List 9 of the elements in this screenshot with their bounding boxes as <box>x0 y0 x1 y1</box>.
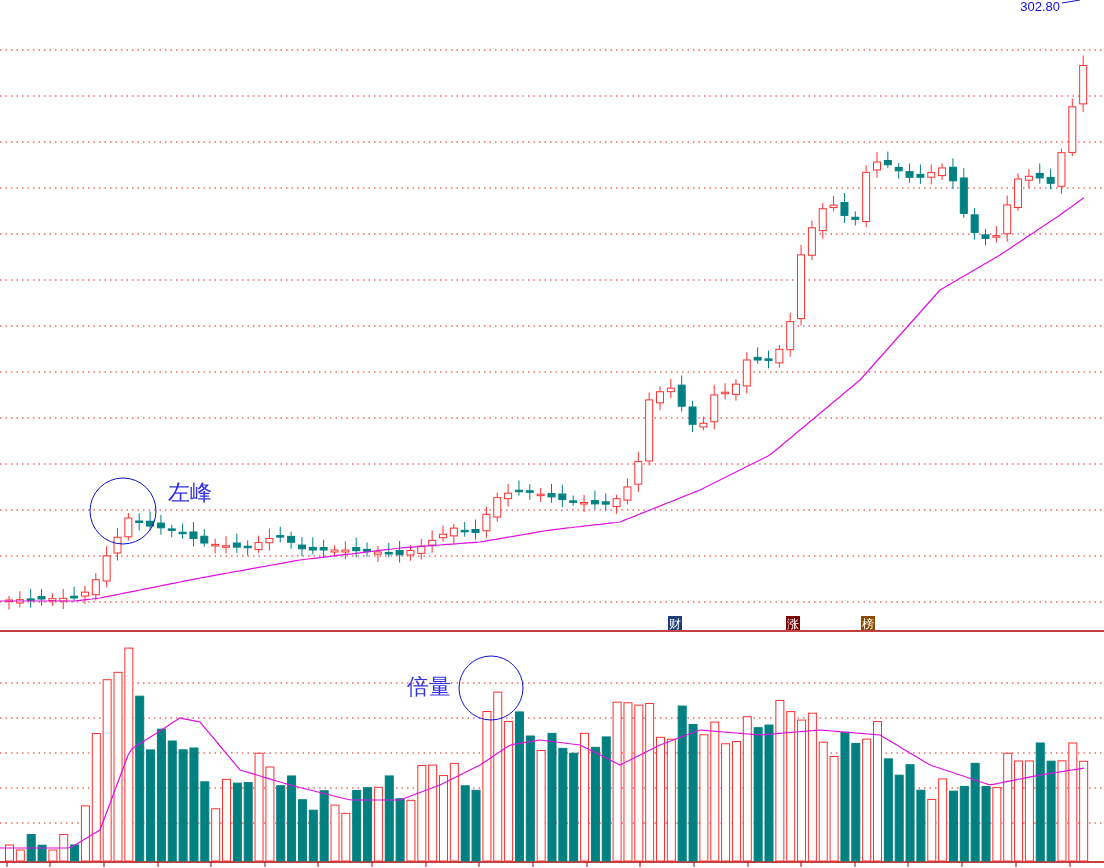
annotation-label: 左峰 <box>168 480 212 505</box>
event-marker[interactable]: 涨 <box>786 616 800 631</box>
highlight-circle <box>89 477 157 545</box>
annotation-label: 倍量 <box>407 674 451 699</box>
highlight-circle <box>458 655 524 721</box>
event-marker[interactable]: 财 <box>668 616 682 631</box>
event-marker[interactable]: 榜 <box>861 616 875 631</box>
leader-line <box>1061 0 1081 4</box>
price-label: 302.80 <box>1020 0 1060 14</box>
